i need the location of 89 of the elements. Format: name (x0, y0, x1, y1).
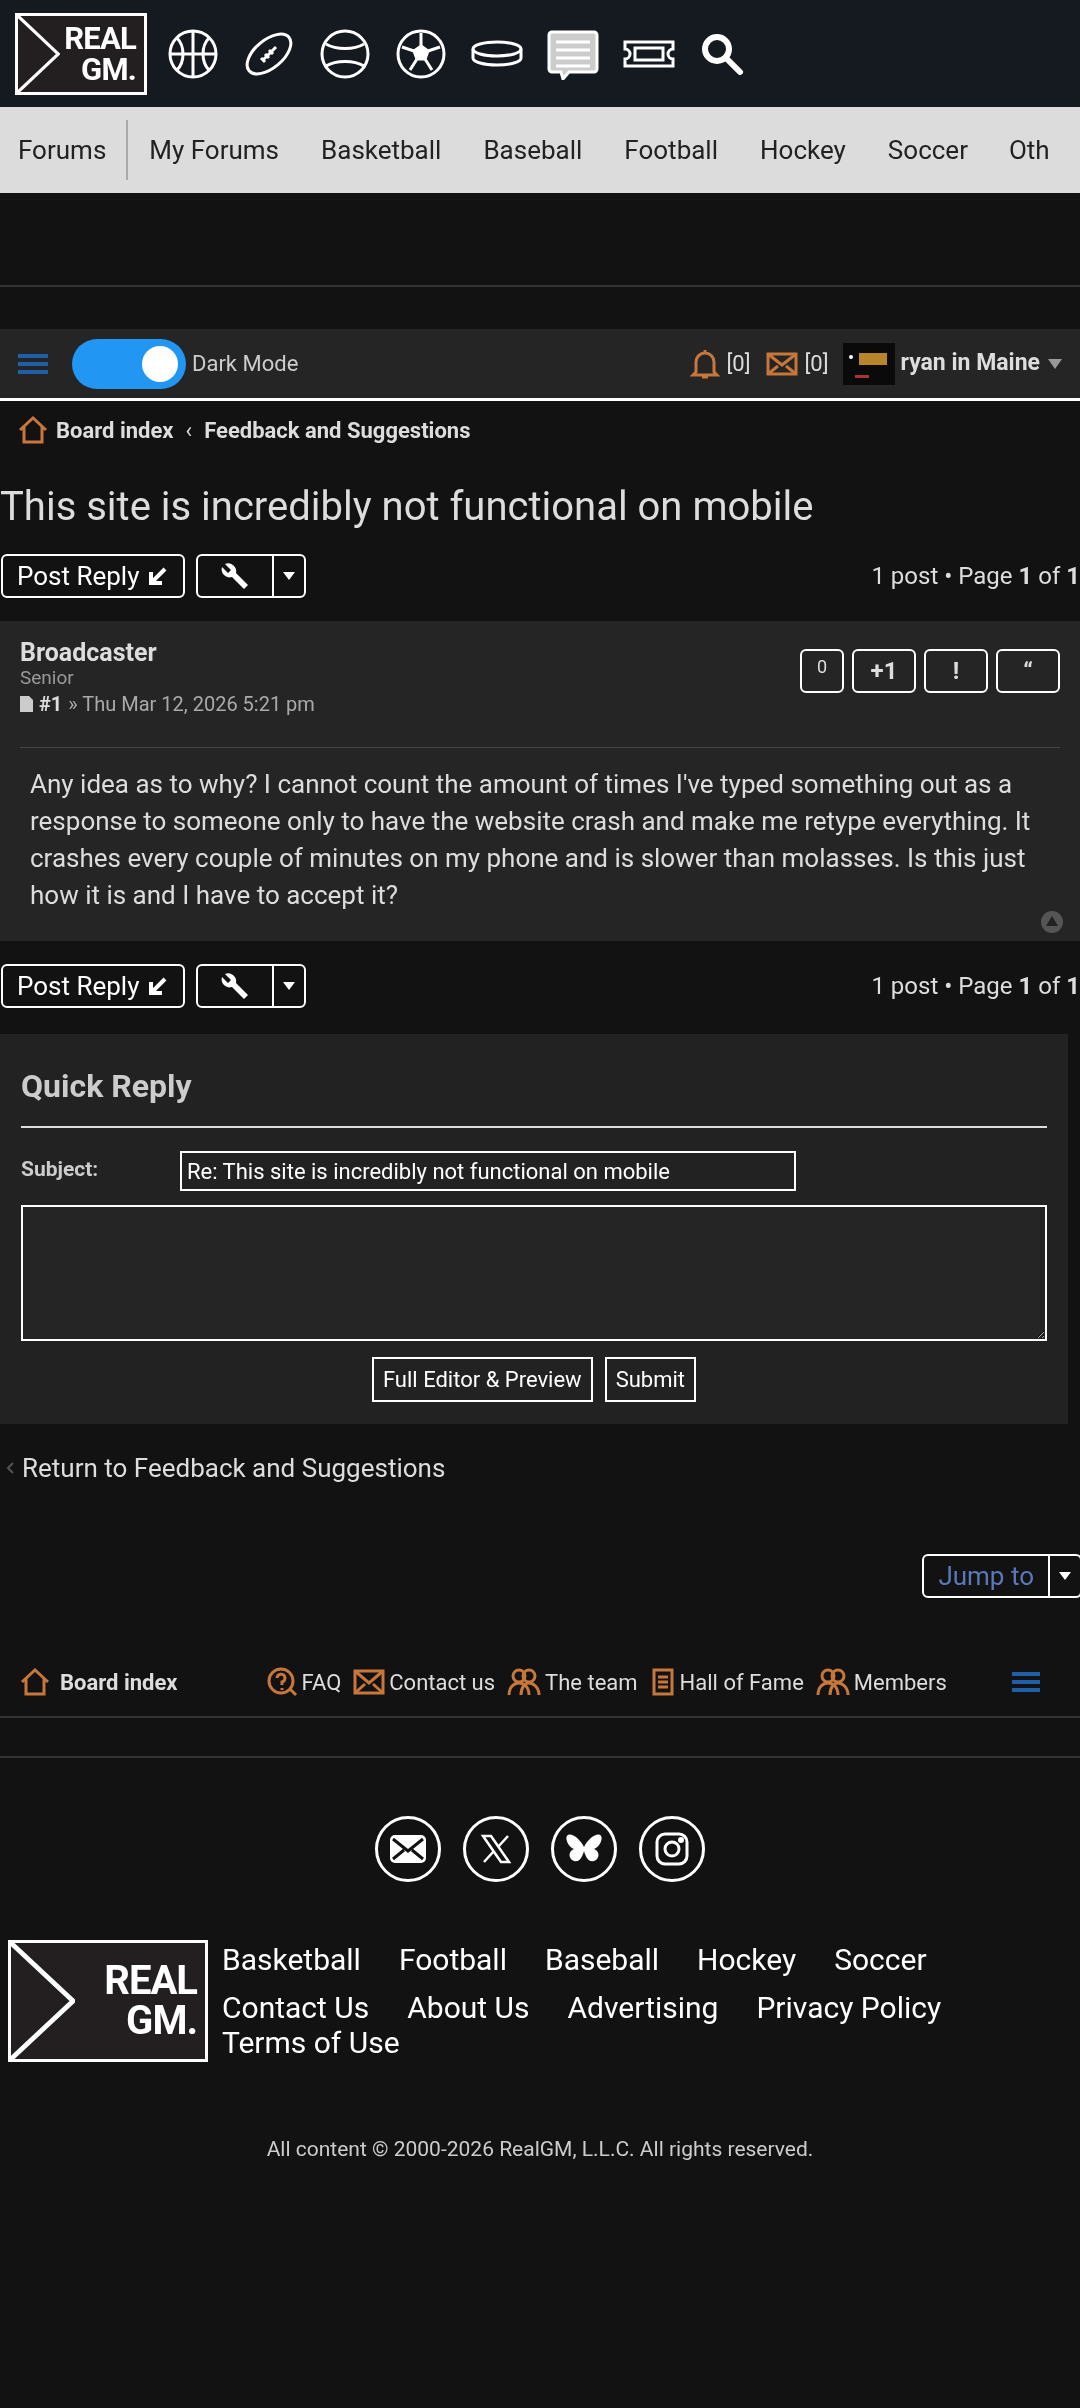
footer-link[interactable]: About Us (407, 1990, 530, 2025)
home-icon (20, 1668, 50, 1696)
footer-nav-link[interactable]: FAQ (301, 1665, 342, 1699)
footer-nav-link[interactable]: Hall of Fame (679, 1665, 804, 1699)
caret-icon (1059, 1572, 1071, 1580)
tools-dropdown[interactable] (196, 964, 307, 1008)
reaction-count[interactable]: 0 (800, 649, 844, 693)
footer-nav-link[interactable]: Contact us (389, 1665, 496, 1699)
people-icon (815, 1667, 850, 1697)
nav-link[interactable]: Basketball (300, 130, 463, 170)
footer-link[interactable]: Terms of Use (222, 2025, 400, 2060)
dark-mode-toggle[interactable] (72, 338, 186, 389)
envelope-icon[interactable] (766, 351, 799, 376)
tools-dropdown[interactable] (196, 554, 307, 598)
footer-link[interactable]: Football (398, 1942, 507, 1977)
bell-icon[interactable] (690, 347, 721, 380)
logo-text: REAL (104, 1961, 197, 2001)
return-link[interactable]: Return to Feedback and Suggestions (22, 1448, 446, 1488)
logo-chevron-icon (11, 1943, 75, 2059)
footer-nav-link[interactable]: The team (545, 1665, 638, 1699)
post-action-button[interactable]: ! (924, 649, 988, 693)
post-body: Any idea as to why? I cannot count the amount of times I've typed something out as a response to someone only to have the website crash and make me retype everything. It crashes every couple of minutes on my phone and is slower than molasses. Is this just how it is and I have to accept it? (29, 768, 1032, 912)
copyright-text: All content © 2000-2026 RealGM, L.L.C. All rights reserved. (265, 2136, 815, 2163)
post-action-button[interactable]: +1 (852, 649, 916, 693)
submit-button[interactable]: Submit (604, 1357, 697, 1402)
nav-link[interactable]: Football (603, 130, 739, 170)
logo-chevron-icon (18, 15, 60, 92)
author-rank: Senior (20, 667, 75, 689)
people-icon (507, 1667, 542, 1697)
footer-link[interactable]: Contact Us (222, 1990, 370, 2025)
question-bubble-icon (265, 1667, 298, 1697)
breadcrumb-link[interactable]: Feedback and Suggestions (204, 413, 471, 447)
logo-text: GM. (126, 2001, 197, 2041)
footer-link[interactable]: Soccer (834, 1942, 927, 1977)
soccer-ball-icon[interactable] (395, 27, 447, 80)
chevron-left-icon (6, 1462, 14, 1474)
breadcrumb-separator: ‹ (185, 416, 193, 445)
envelope-icon (353, 1669, 386, 1695)
baseball-icon[interactable] (319, 27, 371, 80)
quick-reply-title: Quick Reply (21, 1066, 193, 1106)
post-reply-button[interactable]: Post Reply (1, 554, 186, 598)
nav-link[interactable]: Baseball (462, 130, 604, 170)
butterfly-icon[interactable] (551, 1816, 617, 1882)
topic-title: This site is incredibly not functional on mobile (0, 482, 815, 532)
footer-nav-link[interactable]: Board index (60, 1665, 178, 1699)
footer-link[interactable]: Advertising (567, 1990, 719, 2025)
pagination-text: 1 post • Page 1 of 1 (871, 971, 1080, 1002)
notification-count: [0] (726, 350, 751, 378)
nav-link[interactable]: Soccer (866, 130, 989, 170)
document-icon (20, 696, 33, 712)
subject-field[interactable]: Re: This site is incredibly not functional on mobile (180, 1151, 796, 1191)
full-editor-button[interactable]: Full Editor & Preview (371, 1357, 593, 1402)
caret-icon (283, 982, 296, 990)
home-icon (18, 416, 48, 444)
message-count: [0] (804, 350, 829, 378)
avatar-icon (842, 342, 895, 385)
post-reply-button[interactable]: Post Reply (1, 964, 186, 1008)
message-field[interactable] (21, 1205, 1047, 1341)
post-date: » Thu Mar 12, 2026 5:21 pm (68, 691, 315, 718)
instagram-icon[interactable] (639, 1816, 705, 1882)
breadcrumb-link[interactable]: Board index (56, 413, 174, 447)
footer-link[interactable]: Hockey (697, 1942, 797, 1977)
post-author[interactable]: Broadcaster (20, 639, 315, 667)
email-icon[interactable] (375, 1816, 441, 1882)
footer-link[interactable]: Privacy Policy (756, 1990, 942, 2025)
nav-link[interactable]: Oth (988, 130, 1050, 170)
username[interactable]: ryan in Maine (900, 346, 1040, 381)
post-action-button[interactable]: “ (996, 649, 1060, 693)
basketball-icon[interactable] (167, 27, 219, 80)
realgm-logo[interactable]: REAL GM. (15, 12, 147, 95)
dark-mode-label: Dark Mode (192, 350, 299, 378)
x-logo-icon[interactable] (463, 1816, 529, 1882)
nav-link[interactable]: My Forums (128, 130, 301, 170)
nav-link[interactable]: Hockey (739, 130, 867, 170)
logo-text: REAL (64, 22, 136, 54)
subject-label: Subject: (21, 1156, 100, 1183)
nav-link[interactable]: Forums (0, 130, 127, 170)
jump-to-dropdown[interactable]: Jump to (922, 1554, 1080, 1598)
logo-text: GM. (81, 53, 136, 85)
footer-link[interactable]: Baseball (544, 1942, 660, 1977)
menu-icon[interactable] (18, 351, 48, 376)
menu-icon[interactable] (1012, 1671, 1040, 1693)
realgm-logo[interactable]: REAL GM. (8, 1940, 208, 2062)
post-number[interactable]: #1 (39, 689, 63, 719)
caret-icon[interactable] (1048, 358, 1062, 369)
footer-link[interactable]: Basketball (222, 1942, 361, 1977)
pagination-text: 1 post • Page 1 of 1 (871, 561, 1080, 592)
caret-icon (283, 572, 296, 580)
footer-nav-link[interactable]: Members (853, 1665, 947, 1699)
